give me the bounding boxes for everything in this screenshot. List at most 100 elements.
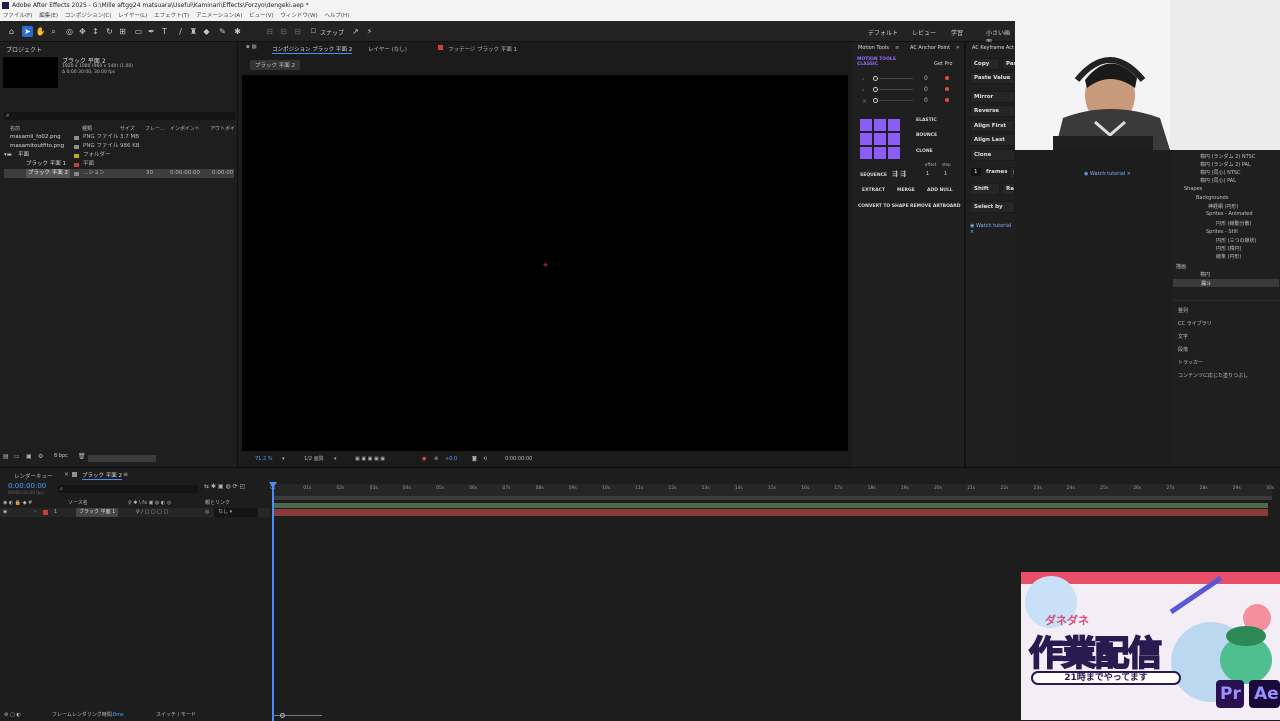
preset-folder[interactable]: Backgrounds <box>1196 195 1228 201</box>
zoom-select[interactable]: 71.2 % <box>255 453 272 465</box>
hand-tool-icon[interactable]: ✋ <box>35 26 46 37</box>
parent-select[interactable]: なし ▾ <box>214 508 258 517</box>
snap-extra-icon[interactable]: ⚡ <box>364 26 375 37</box>
paste-button[interactable]: Pas <box>1002 58 1017 70</box>
offset-value[interactable]: 1 <box>926 171 929 177</box>
bounce-button[interactable]: BOUNCE <box>916 133 937 138</box>
reset-dot[interactable] <box>945 98 949 102</box>
preset-item[interactable]: 楕円 (ランダム 2) NTSC <box>1200 153 1255 160</box>
rectangle-tool-icon[interactable]: ▭ <box>133 26 144 37</box>
anchor-grid-cell[interactable] <box>874 119 886 131</box>
eraser-icon[interactable]: ◆ <box>201 26 212 37</box>
project-row[interactable]: ブラック 平面 1 平面 <box>4 160 234 169</box>
preset-item[interactable]: 楕円 (同心) PAL <box>1200 177 1236 184</box>
align-icon[interactable]: ⊟ <box>264 26 275 37</box>
close-icon[interactable]: × <box>64 471 69 478</box>
anchor-tool-icon[interactable]: ⊞ <box>117 26 128 37</box>
workspace-review[interactable]: レビュー <box>912 28 936 37</box>
grid-icon[interactable]: ▣ ▣ ▣ ▣ ▣ <box>355 453 385 465</box>
quality-chevron-icon[interactable]: ▾ <box>334 453 337 465</box>
settings-icon[interactable]: ⚙ <box>38 453 43 460</box>
comp-viewer[interactable]: ⌖ <box>242 75 848 451</box>
expand-chevron-icon[interactable]: › <box>34 508 36 517</box>
slider-knob[interactable] <box>873 87 878 92</box>
shift-left-button[interactable]: Shift <box>970 183 1000 195</box>
preset-folder[interactable]: Shapes <box>1184 186 1202 192</box>
current-timecode[interactable]: 0:00:00:00 <box>8 482 46 490</box>
rotate-tool-icon[interactable]: ↻ <box>104 26 115 37</box>
add-null-button[interactable]: ADD NULL <box>927 188 953 193</box>
tab-render-queue[interactable]: レンダーキュー <box>14 472 53 480</box>
interpret-icon[interactable]: ▤ <box>3 453 9 460</box>
more-panels-icon[interactable]: » <box>956 44 960 51</box>
menu-icon[interactable]: ≡ <box>123 471 128 478</box>
effect-item[interactable]: 楕円 <box>1200 271 1210 278</box>
slider-value[interactable]: 0 <box>924 75 928 82</box>
anchor-grid-cell[interactable] <box>860 147 872 159</box>
preset-item[interactable]: 楕円 (ランダム 2) PAL <box>1200 161 1251 168</box>
effects-section[interactable]: 描画 <box>1176 263 1186 270</box>
menu-file[interactable]: ファイル(F) <box>3 13 32 19</box>
pan-tool-icon[interactable]: ✥ <box>77 26 88 37</box>
menu-icon[interactable]: ≡ <box>895 45 899 51</box>
viewer-timecode[interactable]: 0:00:00:00 <box>505 453 532 465</box>
pen-tool-icon[interactable]: ✒ <box>146 26 157 37</box>
snap-options-icon[interactable]: ↗ <box>350 26 361 37</box>
anchor-grid-cell[interactable] <box>874 147 886 159</box>
timeline-search-input[interactable]: ⌕ <box>58 485 198 493</box>
menu-layer[interactable]: レイヤー(L) <box>118 13 147 19</box>
project-scrollbar[interactable] <box>88 455 156 462</box>
copy-button[interactable]: Copy <box>970 58 1000 70</box>
watch-tutorial-link-2[interactable]: ◉ Watch tutorial × <box>1084 171 1131 177</box>
anchor-point-icon[interactable]: ⌖ <box>543 261 548 271</box>
anchor-grid-cell[interactable] <box>888 147 900 159</box>
bpc-label[interactable]: 8 bpc <box>54 453 68 459</box>
preset-item[interactable]: 線条 (円形) <box>1216 253 1242 260</box>
menu-edit[interactable]: 編集(E) <box>39 13 58 19</box>
tab-ac-keyframe[interactable]: AC Keyframe Act <box>972 45 1014 51</box>
puppet-pin-icon[interactable]: ✱ <box>232 26 243 37</box>
col-source-name[interactable]: ソース名 <box>68 498 88 508</box>
mirror-button[interactable]: Mirror <box>970 91 1015 103</box>
reset-dot[interactable] <box>945 87 949 91</box>
slider-track[interactable] <box>879 100 913 101</box>
project-panel-title[interactable]: プロジェクト <box>6 45 42 54</box>
roto-brush-icon[interactable]: ✎ <box>217 26 228 37</box>
workspace-default[interactable]: デフォルト <box>868 28 898 37</box>
sequence-button[interactable]: SEQUENCE <box>860 173 887 178</box>
slider-value[interactable]: 0 <box>924 97 928 104</box>
layer-row[interactable]: ◉ › 1 ブラック 平面 1 ♀ ∕ ▢ ▢ ▢ ▢ ◎ なし ▾ <box>0 508 270 517</box>
color-icon[interactable]: ● <box>422 453 426 465</box>
slider-value[interactable]: 0 <box>924 86 928 93</box>
project-row[interactable]: ▾▬ 平面 フォルダー <box>4 151 234 160</box>
align2-icon[interactable]: ⊟ <box>278 26 289 37</box>
playhead[interactable] <box>272 482 274 721</box>
dolly-tool-icon[interactable]: ↕ <box>90 26 101 37</box>
toggle-switches-modes[interactable]: スイッチ / モード <box>156 710 196 721</box>
preset-item[interactable]: 楕円 (同心) NTSC <box>1200 169 1241 176</box>
project-row[interactable]: masamii_fo02.png PNG ファイル 3.7 MB <box>4 133 234 142</box>
tab-anchor-point[interactable]: AC Anchor Point <box>910 45 950 51</box>
panel-paragraph[interactable]: 段落 <box>1178 346 1188 353</box>
exposure-icon[interactable]: ⊛ <box>434 453 438 465</box>
slider-knob[interactable] <box>873 76 878 81</box>
visibility-icon[interactable]: ◉ <box>3 508 7 517</box>
zoom-slider-knob[interactable] <box>280 713 285 718</box>
preset-item[interactable]: 円形 (線動分散) <box>1216 220 1252 227</box>
panel-character[interactable]: 文字 <box>1178 333 1188 340</box>
panel-tracker[interactable]: トラッカー <box>1178 359 1203 366</box>
panel-cc-libraries[interactable]: CC ライブラリ <box>1178 320 1212 327</box>
anchor-grid-cell[interactable] <box>860 119 872 131</box>
elastic-button[interactable]: ELASTIC <box>916 118 937 123</box>
brush-tool-icon[interactable]: ∕ <box>175 26 186 37</box>
paste-value-button[interactable]: Paste Value <box>970 72 1015 84</box>
tab-footage[interactable]: フッテージ ブラック 平面 1 <box>448 45 517 53</box>
merge-button[interactable]: MERGE <box>897 188 915 193</box>
preset-item[interactable]: 神経網 (円形) <box>1208 203 1239 210</box>
layer-name[interactable]: ブラック 平面 1 <box>76 508 119 517</box>
slider-track[interactable] <box>879 89 913 90</box>
work-area-range[interactable] <box>272 503 1268 508</box>
preset-item[interactable]: 円形 (三つの線状) <box>1216 237 1257 244</box>
select-by-order-button[interactable]: Select by Order <box>970 201 1015 213</box>
type-tool-icon[interactable]: T <box>159 26 170 37</box>
